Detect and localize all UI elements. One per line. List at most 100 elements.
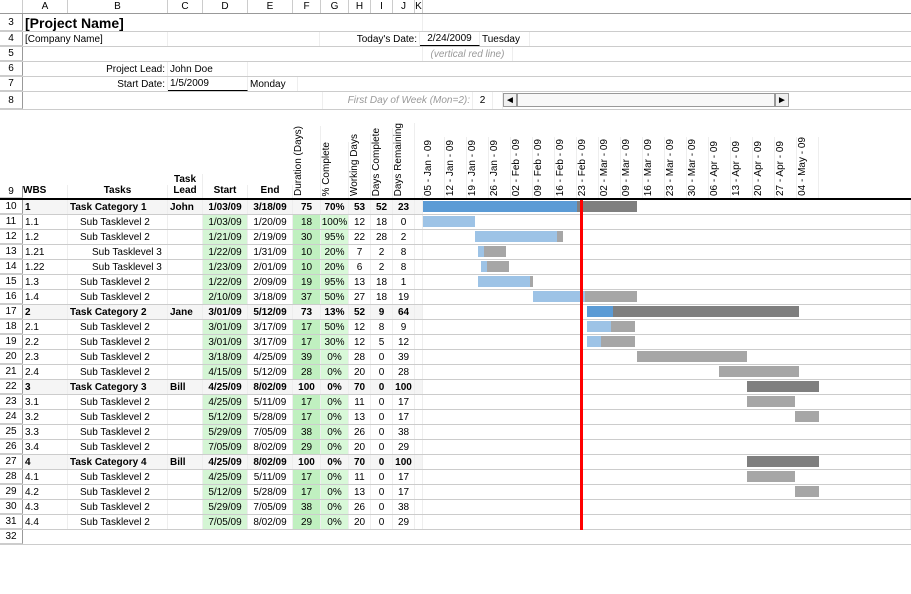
end-cell[interactable]: 4/25/09 [248, 350, 293, 364]
lead-cell[interactable] [168, 350, 203, 364]
date-header[interactable]: 26 - Jan - 09 [489, 137, 511, 198]
hdr-start[interactable]: Start [203, 185, 248, 198]
end-cell[interactable]: 2/09/09 [248, 275, 293, 289]
task-cell[interactable]: Sub Tasklevel 2 [68, 410, 168, 424]
lead-cell[interactable] [168, 470, 203, 484]
dur-cell[interactable]: 100 [293, 455, 321, 469]
lead-cell[interactable] [168, 485, 203, 499]
row-header-7[interactable]: 7 [0, 77, 23, 91]
gantt-cell[interactable] [423, 350, 911, 364]
start-date[interactable]: 1/5/2009 [168, 77, 248, 91]
dur-cell[interactable]: 17 [293, 470, 321, 484]
wd-cell[interactable]: 70 [349, 380, 371, 394]
dr-cell[interactable]: 9 [393, 320, 415, 334]
dur-cell[interactable]: 10 [293, 245, 321, 259]
dr-cell[interactable]: 17 [393, 395, 415, 409]
pct-cell[interactable]: 0% [321, 440, 349, 454]
spacer-cell[interactable] [415, 350, 423, 364]
wd-cell[interactable]: 6 [349, 260, 371, 274]
dr-cell[interactable]: 2 [393, 230, 415, 244]
task-cell[interactable]: Task Category 2 [68, 305, 168, 319]
row-header[interactable]: 18 [0, 320, 23, 334]
date-header[interactable]: 16 - Feb - 09 [555, 137, 577, 198]
task-cell[interactable]: Sub Tasklevel 2 [68, 350, 168, 364]
pct-cell[interactable]: 95% [321, 275, 349, 289]
date-header[interactable]: 04 - May - 09 [797, 137, 819, 198]
lead-cell[interactable] [168, 260, 203, 274]
lead-cell[interactable] [168, 365, 203, 379]
task-cell[interactable]: Task Category 4 [68, 455, 168, 469]
gantt-cell[interactable] [423, 215, 911, 229]
lead-cell[interactable] [168, 215, 203, 229]
gantt-cell[interactable] [423, 500, 911, 514]
row-header[interactable]: 30 [0, 500, 23, 514]
wbs-cell[interactable]: 2 [23, 305, 68, 319]
spacer-cell[interactable] [415, 365, 423, 379]
start-cell[interactable]: 1/03/09 [203, 200, 248, 214]
col-header-D[interactable]: D [203, 0, 248, 13]
end-cell[interactable]: 3/18/09 [248, 290, 293, 304]
project-lead[interactable]: John Doe [168, 62, 248, 76]
dr-cell[interactable]: 38 [393, 425, 415, 439]
lead-cell[interactable] [168, 275, 203, 289]
wbs-cell[interactable]: 2.4 [23, 365, 68, 379]
dr-cell[interactable]: 0 [393, 215, 415, 229]
row-header[interactable]: 11 [0, 215, 23, 229]
pct-cell[interactable]: 0% [321, 485, 349, 499]
dc-cell[interactable]: 28 [371, 230, 393, 244]
row-header[interactable]: 10 [0, 200, 23, 214]
row-header-9[interactable]: 9 [0, 186, 23, 198]
row-header[interactable]: 20 [0, 350, 23, 364]
start-cell[interactable]: 4/25/09 [203, 380, 248, 394]
col-header-J[interactable]: J [393, 0, 415, 13]
spacer-cell[interactable] [415, 245, 423, 259]
spacer-cell[interactable] [415, 305, 423, 319]
dr-cell[interactable]: 12 [393, 335, 415, 349]
row-header[interactable]: 19 [0, 335, 23, 349]
pct-cell[interactable]: 20% [321, 260, 349, 274]
col-header-F[interactable]: F [293, 0, 321, 13]
lead-cell[interactable] [168, 335, 203, 349]
wd-cell[interactable]: 28 [349, 350, 371, 364]
date-header[interactable]: 27 - Apr - 09 [775, 137, 797, 198]
wbs-cell[interactable]: 2.1 [23, 320, 68, 334]
lead-cell[interactable] [168, 290, 203, 304]
hdr-days-remaining[interactable]: Days Remaining [393, 123, 415, 198]
dc-cell[interactable]: 0 [371, 365, 393, 379]
wd-cell[interactable]: 53 [349, 200, 371, 214]
start-cell[interactable]: 1/22/09 [203, 245, 248, 259]
pct-cell[interactable]: 0% [321, 455, 349, 469]
task-cell[interactable]: Sub Tasklevel 2 [68, 470, 168, 484]
hdr-pct-complete[interactable]: % Complete [321, 142, 349, 198]
dr-cell[interactable]: 100 [393, 455, 415, 469]
end-cell[interactable]: 5/11/09 [248, 470, 293, 484]
scroll-left-button[interactable]: ◄ [503, 93, 517, 107]
wbs-cell[interactable]: 4.4 [23, 515, 68, 529]
hdr-task-lead[interactable]: Task Lead [168, 174, 203, 198]
wd-cell[interactable]: 20 [349, 365, 371, 379]
wd-cell[interactable]: 26 [349, 425, 371, 439]
dur-cell[interactable]: 38 [293, 500, 321, 514]
dur-cell[interactable]: 100 [293, 380, 321, 394]
gantt-cell[interactable] [423, 440, 911, 454]
dc-cell[interactable]: 0 [371, 485, 393, 499]
row-header[interactable]: 29 [0, 485, 23, 499]
task-cell[interactable]: Sub Tasklevel 2 [68, 365, 168, 379]
gantt-cell[interactable] [423, 410, 911, 424]
first-day-value[interactable]: 2 [473, 92, 493, 109]
dr-cell[interactable]: 17 [393, 470, 415, 484]
task-cell[interactable]: Sub Tasklevel 2 [68, 425, 168, 439]
gantt-cell[interactable] [423, 200, 911, 214]
dur-cell[interactable]: 28 [293, 365, 321, 379]
start-cell[interactable]: 5/29/09 [203, 500, 248, 514]
dc-cell[interactable]: 0 [371, 350, 393, 364]
pct-cell[interactable]: 0% [321, 425, 349, 439]
gantt-cell[interactable] [423, 230, 911, 244]
wbs-cell[interactable]: 3 [23, 380, 68, 394]
spacer-cell[interactable] [415, 500, 423, 514]
wbs-cell[interactable]: 1.22 [23, 260, 68, 274]
wbs-cell[interactable]: 2.2 [23, 335, 68, 349]
dur-cell[interactable]: 30 [293, 230, 321, 244]
spacer-cell[interactable] [415, 485, 423, 499]
row-header-3[interactable]: 3 [0, 14, 23, 31]
